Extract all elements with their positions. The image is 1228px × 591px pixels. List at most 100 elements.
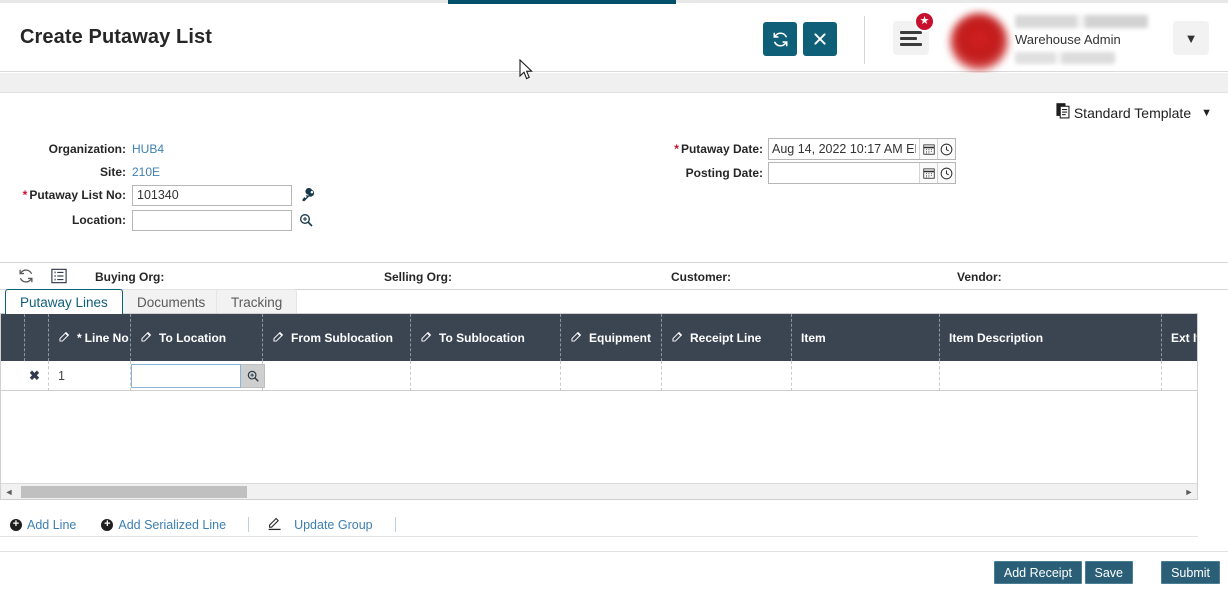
tab-tracking[interactable]: Tracking (216, 289, 298, 314)
row-select-cell[interactable] (1, 361, 25, 391)
posting-date-label: Posting Date: (685, 166, 763, 180)
clock-icon[interactable] (937, 139, 955, 159)
user-info: Warehouse Admin (1015, 15, 1155, 64)
plus-icon: + (101, 518, 114, 531)
table-row: ✖ 1 (1, 361, 1197, 391)
cell-ext-item[interactable] (1162, 361, 1197, 391)
to-location-editor (131, 364, 265, 388)
sub-band (0, 73, 1228, 93)
customer-label: Customer: (671, 270, 732, 284)
avatar (950, 13, 1008, 71)
magnifier-icon[interactable] (298, 211, 314, 229)
delete-row-icon[interactable]: ✖ (29, 369, 43, 383)
required-asterisk: * (674, 142, 679, 156)
grid-header-item-description[interactable]: Item Description (940, 314, 1162, 361)
user-menu-button[interactable]: ▼ (1173, 21, 1209, 55)
edit-icon (420, 330, 433, 346)
grid-header-receipt-line-label: Receipt Line (690, 330, 762, 345)
user-email-redacted (1015, 52, 1115, 64)
scrollbar-track[interactable] (17, 484, 1181, 500)
cell-receipt-line[interactable] (662, 361, 792, 391)
page-header: Create Putaway List ★ Warehouse Admin ▼ (0, 4, 1228, 72)
grid-header-line-no-label: Line No (84, 330, 129, 345)
grid-header-line-no[interactable]: * Line No (49, 314, 131, 361)
grid-header-ext-item[interactable]: Ext Ite (1162, 314, 1197, 361)
calendar-icon[interactable] (919, 139, 937, 159)
organization-label: Organization: (48, 142, 126, 156)
update-group-button[interactable]: Update Group (267, 516, 373, 534)
grid-header-item[interactable]: Item (792, 314, 940, 361)
tab-putaway-lines[interactable]: Putaway Lines (5, 289, 123, 314)
scroll-right-arrow-icon[interactable]: ► (1181, 484, 1197, 500)
header-refresh-button[interactable] (763, 22, 797, 56)
grid-header-equipment[interactable]: Equipment (561, 314, 662, 361)
magnifier-icon[interactable] (241, 364, 265, 388)
submit-button[interactable]: Submit (1161, 561, 1220, 584)
cell-to-sublocation[interactable] (411, 361, 561, 391)
putaway-date-label: * Putaway Date: (660, 142, 763, 156)
calendar-icon[interactable] (919, 163, 937, 183)
putaway-list-no-label: * Putaway List No: (0, 188, 126, 202)
grid-header-from-sublocation-label: From Sublocation (291, 330, 393, 345)
grid-horizontal-scrollbar[interactable]: ◄ ► (1, 483, 1197, 499)
plus-icon: + (10, 518, 22, 531)
cell-item[interactable] (792, 361, 940, 391)
grid-header-to-sublocation-label: To Sublocation (439, 330, 525, 345)
cell-equipment[interactable] (561, 361, 662, 391)
field-location: Location: (0, 208, 330, 232)
form-area: Organization: HUB4 Site: 210E * Putaway L… (0, 132, 1228, 242)
field-site: Site: 210E (0, 160, 320, 184)
header-close-button[interactable] (803, 22, 837, 56)
location-label: Location: (72, 213, 126, 227)
top-strip-left (0, 0, 448, 3)
tab-documents-label: Documents (137, 294, 206, 310)
user-role: Warehouse Admin (1015, 32, 1121, 47)
action-divider (248, 517, 250, 532)
grid-refresh-icon[interactable] (18, 268, 34, 287)
putaway-date-field (768, 138, 956, 160)
grid-header-item-label: Item (801, 330, 826, 345)
key-icon[interactable] (300, 186, 316, 204)
cell-line-no[interactable]: 1 (49, 361, 131, 391)
list-view-icon[interactable] (51, 268, 67, 287)
tab-documents[interactable]: Documents (122, 289, 221, 314)
template-icon (1056, 103, 1071, 122)
star-icon: ★ (919, 15, 930, 27)
tab-putaway-lines-label: Putaway Lines (20, 294, 108, 310)
field-organization: Organization: HUB4 (0, 137, 320, 161)
field-putaway-date: * Putaway Date: (660, 137, 956, 161)
organization-value[interactable]: HUB4 (132, 142, 164, 156)
to-location-input[interactable] (131, 364, 241, 388)
add-serialized-line-button[interactable]: + Add Serialized Line (101, 518, 226, 532)
field-posting-date: Posting Date: (660, 161, 956, 185)
scrollbar-thumb[interactable] (21, 485, 247, 498)
org-info-bar: Buying Org: Selling Org: Customer: Vendo… (0, 262, 1228, 290)
posting-date-input[interactable] (769, 163, 919, 183)
notification-star-badge[interactable]: ★ (914, 11, 935, 32)
add-line-button[interactable]: + Add Line (10, 518, 76, 532)
scroll-left-arrow-icon[interactable]: ◄ (1, 484, 17, 500)
grid-header-select (1, 314, 25, 361)
location-input[interactable] (132, 209, 292, 231)
cell-from-sublocation[interactable] (263, 361, 411, 391)
template-selector[interactable]: Standard Template ▼ (1056, 103, 1212, 122)
action-divider (394, 517, 396, 532)
grid-header-receipt-line[interactable]: Receipt Line (662, 314, 792, 361)
page-title: Create Putaway List (20, 26, 212, 48)
save-button[interactable]: Save (1084, 561, 1133, 584)
clock-icon[interactable] (937, 163, 955, 183)
site-value[interactable]: 210E (132, 165, 160, 179)
add-receipt-button[interactable]: Add Receipt (993, 561, 1082, 584)
grid-header-to-sublocation[interactable]: To Sublocation (411, 314, 561, 361)
grid-header-to-location[interactable]: To Location (131, 314, 263, 361)
cell-item-description[interactable] (940, 361, 1162, 391)
putaway-date-input[interactable] (769, 139, 919, 159)
app-root: Create Putaway List ★ Warehouse Admin ▼ … (0, 0, 1228, 591)
putaway-list-no-label-text: Putaway List No: (29, 188, 126, 202)
cell-line-no-value: 1 (58, 369, 65, 383)
putaway-list-no-input[interactable] (132, 184, 292, 206)
hamburger-icon (900, 31, 922, 49)
grid-header-from-sublocation[interactable]: From Sublocation (263, 314, 411, 361)
required-asterisk: * (77, 330, 82, 345)
update-group-label: Update Group (294, 517, 373, 532)
